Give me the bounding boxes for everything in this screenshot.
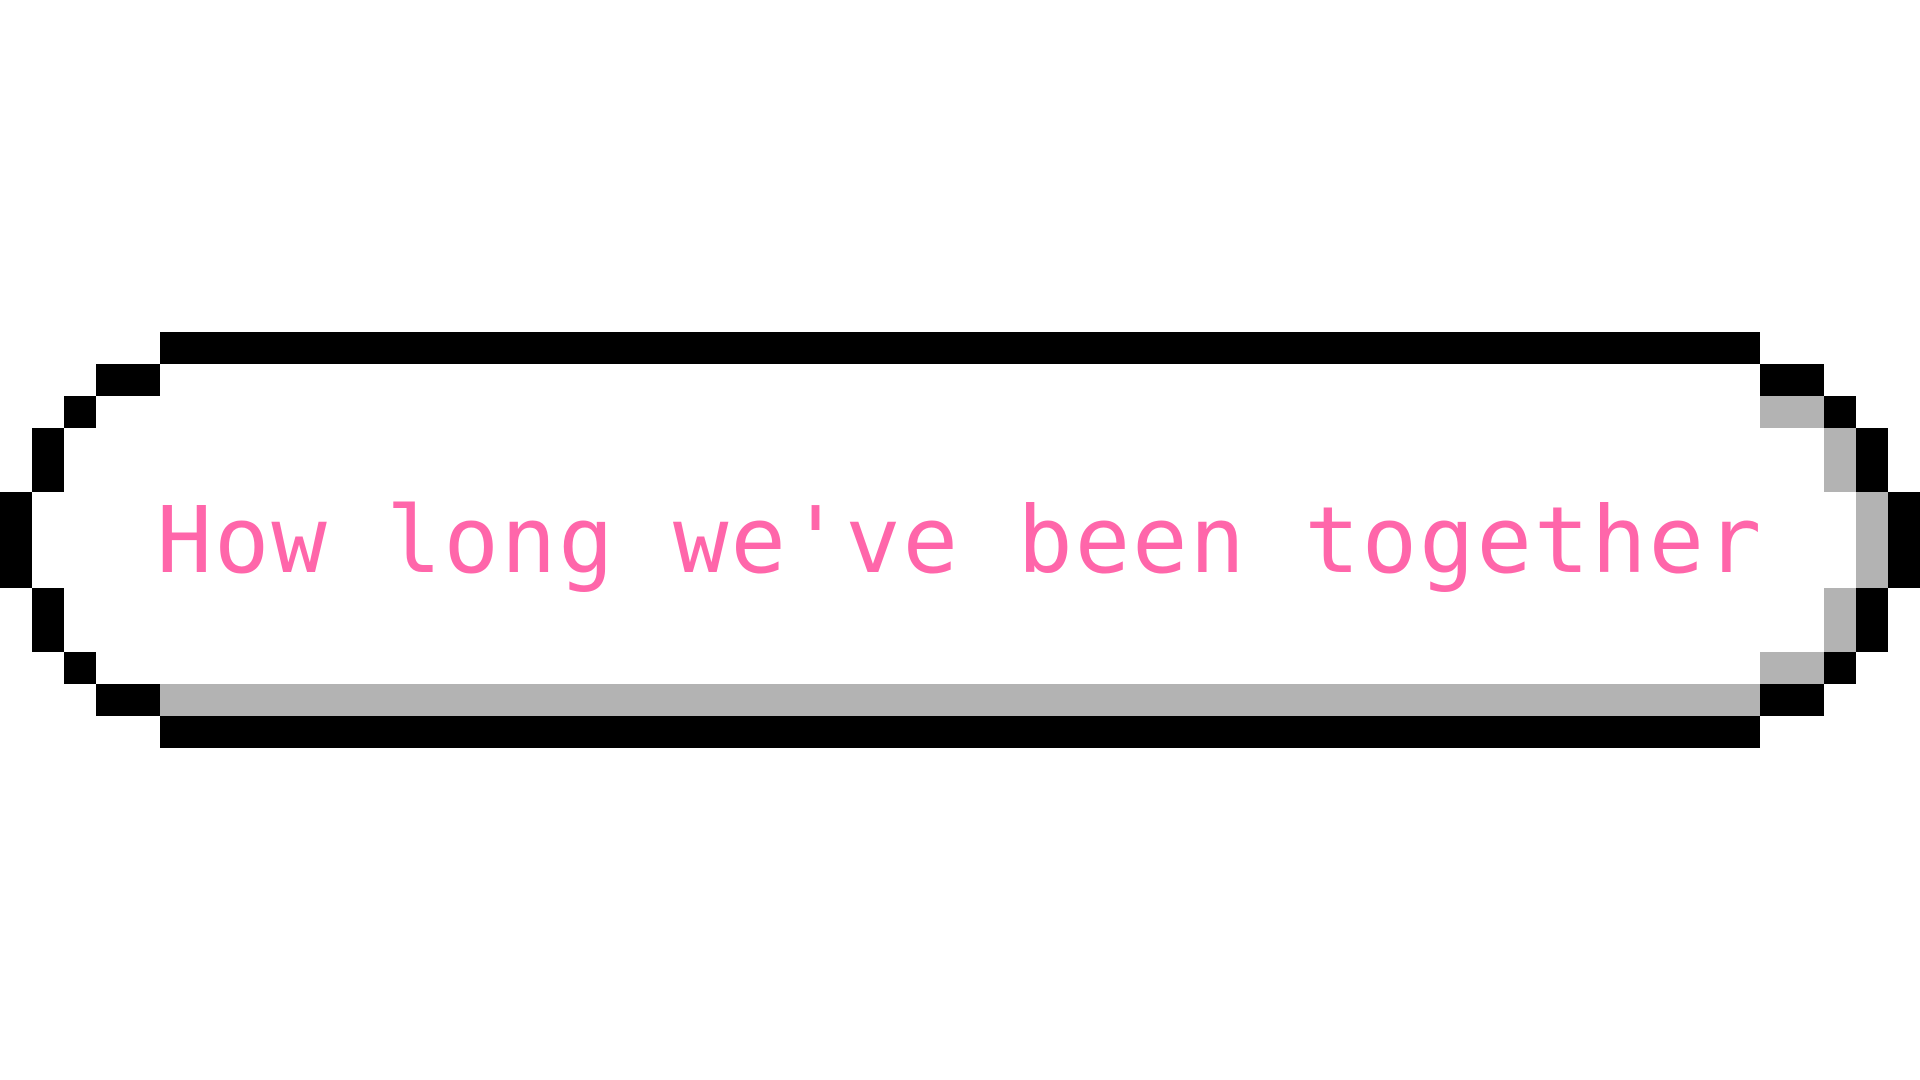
banner-title: How long we've been together [156, 486, 1764, 594]
pixel-banner: How long we've been together [0, 0, 1920, 1080]
